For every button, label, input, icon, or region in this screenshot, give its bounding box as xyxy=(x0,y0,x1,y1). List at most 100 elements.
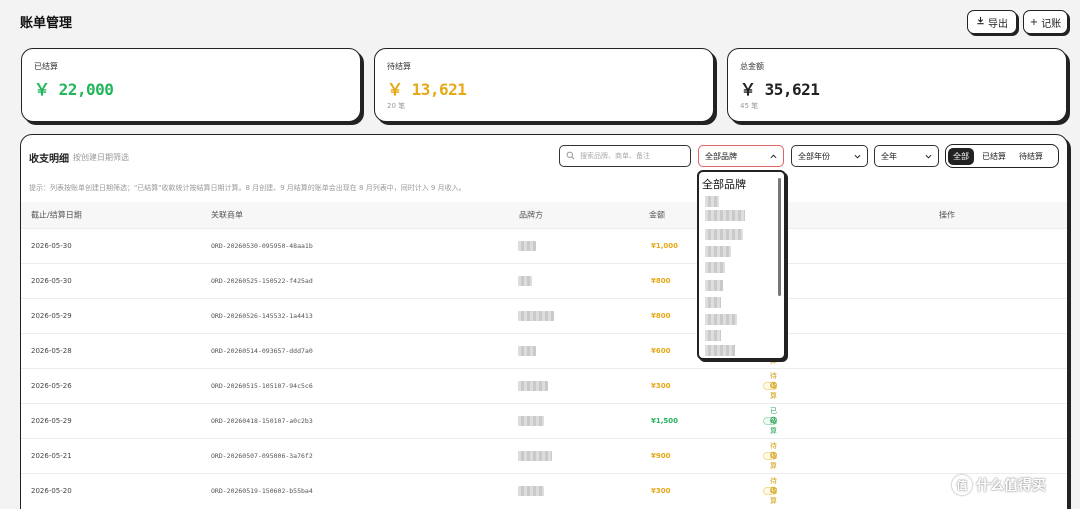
search-input[interactable]: 搜索品牌、商单、备注 xyxy=(559,145,691,167)
table-row: 2026-05-30 ORD-20260530-095950-48aa1b ¥1,0… xyxy=(21,228,1067,263)
row-brand-redacted xyxy=(518,276,532,286)
row-order-link[interactable]: ORD-20260514-093657-ddd7a0 xyxy=(211,347,313,355)
row-brand-redacted xyxy=(518,241,536,251)
stat-count: 45 笔 xyxy=(740,102,759,110)
watermark-logo: 值 xyxy=(952,475,972,495)
export-button[interactable]: 导出 xyxy=(967,10,1017,34)
status-badge[interactable]: 待结算 xyxy=(763,477,777,505)
stat-label: 已结算 xyxy=(34,62,58,71)
table-row: 2026-05-21 ORD-20260507-095006-3a76f2 ¥900… xyxy=(21,438,1067,473)
col-brand: 品牌方 xyxy=(519,210,543,220)
col-order: 关联商单 xyxy=(211,210,243,220)
row-order-link[interactable]: ORD-20260515-105107-94c5c6 xyxy=(211,382,313,390)
row-amount: ¥1,000 xyxy=(651,242,679,250)
table-row: 2026-05-29 ORD-20260418-150107-a0c2b3 ¥1,5… xyxy=(21,403,1067,438)
chevron-down-icon xyxy=(925,152,932,161)
col-actions: 操作 xyxy=(939,210,955,220)
chevron-up-icon xyxy=(770,152,777,161)
panel-title: 收支明细 xyxy=(29,154,69,165)
row-order-link[interactable]: ORD-20260519-150602-b55ba4 xyxy=(211,487,313,495)
filter-hint: 提示：列表按账单创建日期筛选；"已结算"收款统计按结算日期计算。8 月创建、9 … xyxy=(29,184,466,192)
dropdown-option[interactable] xyxy=(705,229,743,240)
filter-all[interactable]: 全部 xyxy=(948,147,974,165)
plus-icon: + xyxy=(1029,16,1039,28)
page-title: 账单管理 xyxy=(20,16,73,31)
dropdown-option-all-brands[interactable]: 全部品牌 xyxy=(702,176,746,192)
add-label: 记账 xyxy=(1041,18,1062,30)
status-text: 待结算 xyxy=(770,442,777,470)
search-placeholder: 搜索品牌、商单、备注 xyxy=(580,152,650,160)
period-select[interactable]: 全年 xyxy=(874,145,939,167)
dropdown-option[interactable] xyxy=(705,314,737,325)
chevron-down-icon xyxy=(854,152,861,161)
col-date: 截止/结算日期 xyxy=(31,210,82,220)
row-order-link[interactable]: ORD-20260526-145532-1a4413 xyxy=(211,312,313,320)
filter-settled[interactable]: 已结算 xyxy=(977,148,1011,165)
row-date: 2026-05-20 xyxy=(31,487,72,495)
dropdown-option[interactable] xyxy=(705,280,723,291)
row-date: 2026-05-29 xyxy=(31,417,72,425)
add-record-button[interactable]: + 记账 xyxy=(1023,10,1068,34)
row-order-link[interactable]: ORD-20260507-095006-3a76f2 xyxy=(211,452,313,460)
filter-pending[interactable]: 待结算 xyxy=(1014,148,1048,165)
row-brand-redacted xyxy=(518,381,548,391)
row-amount: ¥800 xyxy=(651,277,671,285)
row-order-link[interactable]: ORD-20260525-150522-f425ad xyxy=(211,277,313,285)
download-icon xyxy=(976,16,985,28)
row-date: 2026-05-30 xyxy=(31,242,72,250)
row-amount: ¥1,500 xyxy=(651,417,679,425)
table-row: 2026-05-20 ORD-20260519-150602-b55ba4 ¥300… xyxy=(21,473,1067,508)
row-brand-redacted xyxy=(518,486,544,496)
stat-card-settled: 已结算 ￥ 22,000 xyxy=(21,48,361,122)
dropdown-option[interactable] xyxy=(705,210,745,221)
brand-select-value: 全部品牌 xyxy=(705,151,737,161)
brand-select[interactable]: 全部品牌 xyxy=(698,145,784,167)
row-date: 2026-05-26 xyxy=(31,382,72,390)
status-badge[interactable]: 已结算 xyxy=(763,407,777,435)
row-brand-redacted xyxy=(518,311,554,321)
row-amount: ¥600 xyxy=(651,347,671,355)
dropdown-option[interactable] xyxy=(705,246,731,257)
year-select[interactable]: 全部年份 xyxy=(791,145,868,167)
stat-value: ￥ 35,621 xyxy=(740,80,820,99)
stat-count: 20 笔 xyxy=(387,102,406,110)
table-row: 2026-05-26 ORD-20260515-105107-94c5c6 ¥300… xyxy=(21,368,1067,403)
dropdown-option[interactable] xyxy=(705,196,719,207)
row-date: 2026-05-29 xyxy=(31,312,72,320)
table-row: 2026-05-28 ORD-20260514-093657-ddd7a0 ¥600… xyxy=(21,333,1067,368)
status-badge[interactable]: 待结算 xyxy=(763,442,777,470)
stat-label: 待结算 xyxy=(387,62,411,71)
stat-value: ￥ 13,621 xyxy=(387,80,467,99)
period-select-value: 全年 xyxy=(881,151,897,161)
panel-subtitle: 按创建日期筛选 xyxy=(73,153,129,162)
row-brand-redacted xyxy=(518,416,544,426)
status-text: 待结算 xyxy=(770,477,777,505)
status-filter: 全部 已结算 待结算 xyxy=(945,144,1059,168)
row-date: 2026-05-28 xyxy=(31,347,72,355)
export-label: 导出 xyxy=(988,18,1008,30)
row-order-link[interactable]: ORD-20260418-150107-a0c2b3 xyxy=(211,417,313,425)
watermark-text: 什么值得买 xyxy=(976,478,1046,494)
table-row: 2026-05-29 ORD-20260526-145532-1a4413 ¥800… xyxy=(21,298,1067,333)
row-amount: ¥300 xyxy=(651,382,671,390)
row-brand-redacted xyxy=(518,346,536,356)
status-text: 已结算 xyxy=(770,407,777,435)
row-brand-redacted xyxy=(518,451,552,461)
col-amount: 金额 xyxy=(649,210,665,220)
dropdown-scrollbar[interactable] xyxy=(778,178,781,296)
status-badge[interactable]: 待结算 xyxy=(763,372,777,400)
stat-value: ￥ 22,000 xyxy=(34,80,114,99)
row-date: 2026-05-21 xyxy=(31,452,72,460)
row-date: 2026-05-30 xyxy=(31,277,72,285)
stat-label: 总金额 xyxy=(740,62,764,71)
search-icon xyxy=(566,151,575,162)
dropdown-option[interactable] xyxy=(705,330,721,341)
transactions-panel: 收支明细 按创建日期筛选 搜索品牌、商单、备注 全部品牌 全部年份 全年 全部 … xyxy=(20,134,1068,509)
brand-dropdown-menu: 全部品牌 xyxy=(697,170,786,360)
dropdown-option[interactable] xyxy=(705,345,735,356)
dropdown-option[interactable] xyxy=(705,262,725,273)
dropdown-option[interactable] xyxy=(705,297,721,308)
row-order-link[interactable]: ORD-20260530-095950-48aa1b xyxy=(211,242,313,250)
watermark: 值 什么值得买 xyxy=(952,475,1046,495)
table-header: 截止/结算日期 关联商单 品牌方 金额 操作 xyxy=(21,202,1067,228)
